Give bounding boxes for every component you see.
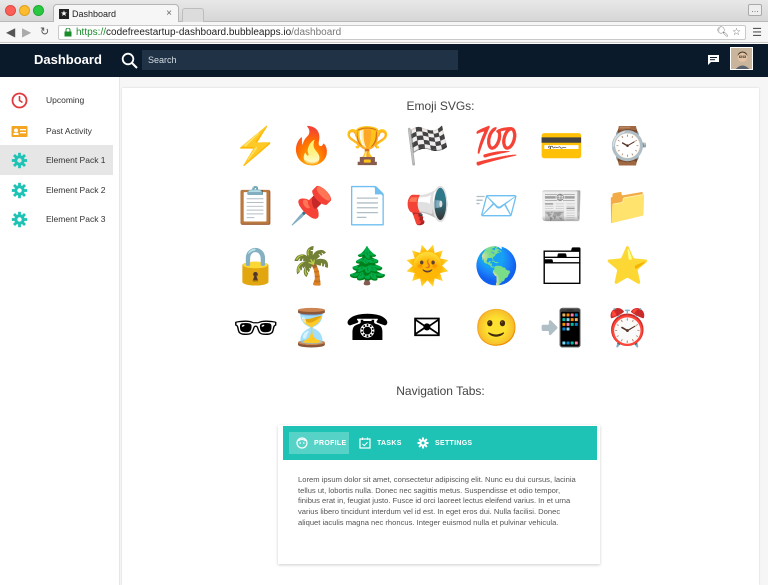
- forward-arrow-icon[interactable]: ▶: [22, 25, 31, 39]
- content-panel: Emoji SVGs: ⚡ 🔥 🏆 🏁 💯 💳 ⌚ 📋 📌 📄 📢 📨 📰 📁 🔒 🌴 🌲 🌞 🌎 🗂 ⭐ 🕶 ⏳ ☎ ✉ 🙂 📲 ⏰…: [122, 88, 759, 585]
- clock-icon: [11, 92, 28, 109]
- tab-label: TASKS: [377, 440, 402, 447]
- tabs-card: PROFILE TASKS SETTINGS Lorem ipsum dolor…: [278, 425, 600, 564]
- window-close-button[interactable]: [5, 5, 16, 16]
- chat-icon[interactable]: [707, 54, 720, 66]
- evergreen-tree-icon: 🌲: [345, 245, 390, 286]
- tab-label: PROFILE: [314, 440, 347, 447]
- gear-icon: [11, 152, 28, 169]
- lock-icon: 🔒: [233, 245, 278, 286]
- gear-icon: [11, 211, 28, 228]
- emoji-section-title: Emoji SVGs:: [406, 99, 475, 113]
- sun-icon: 🌞: [405, 245, 450, 286]
- avatar[interactable]: [730, 47, 753, 70]
- sidebar: Upcoming Past Activity Element Pack 1 El…: [0, 77, 120, 585]
- sidebar-item-past-activity[interactable]: Past Activity: [0, 116, 113, 146]
- palm-tree-icon: 🌴: [289, 245, 334, 286]
- megaphone-icon: 📢: [405, 185, 450, 226]
- user-photo-icon: [731, 48, 752, 69]
- alarm-clock-icon: ⏰: [605, 307, 650, 348]
- browser-menu-icon[interactable]: ☰: [752, 26, 762, 39]
- pushpin-icon: 📌: [289, 185, 334, 226]
- browser-titlebar: ★ Dashboard × …: [0, 0, 768, 22]
- tab-bar: PROFILE TASKS SETTINGS: [283, 426, 597, 460]
- reload-icon[interactable]: ↻: [40, 25, 49, 38]
- window-zoom-button[interactable]: [33, 5, 44, 16]
- fire-icon: 🔥: [289, 125, 334, 166]
- sidebar-item-label: Past Activity: [46, 126, 92, 136]
- card-box-icon: 🗂: [539, 245, 585, 286]
- folder-icon: 📁: [605, 185, 650, 226]
- tab-title: Dashboard: [72, 9, 117, 19]
- envelope-icon: ✉: [411, 307, 443, 348]
- tab-close-icon[interactable]: ×: [166, 8, 172, 19]
- star-favicon-icon: ★: [59, 9, 69, 19]
- globe-icon: 🌎: [474, 245, 519, 286]
- calendar-check-icon: [359, 437, 371, 449]
- incoming-envelope-icon: 📨: [474, 185, 519, 226]
- sidebar-item-label: Element Pack 1: [46, 155, 106, 165]
- app-header: Dashboard: [0, 44, 768, 77]
- tabs-section-title: Navigation Tabs:: [396, 384, 485, 398]
- sidebar-item-element-pack-3[interactable]: Element Pack 3: [0, 204, 113, 234]
- back-arrow-icon[interactable]: ◀: [6, 25, 15, 39]
- tab-tasks[interactable]: TASKS: [352, 432, 404, 454]
- zoom-star-icons[interactable]: 🔍︎ ☆: [717, 26, 741, 39]
- lightning-icon: ⚡: [233, 125, 278, 166]
- sunglasses-icon: 🕶: [233, 307, 279, 348]
- address-bar[interactable]: https://codefreestartup-dashboard.bubble…: [58, 25, 746, 40]
- sidebar-item-upcoming[interactable]: Upcoming: [0, 85, 113, 115]
- url-scheme: https://codefreestartup-dashboard.bubble…: [76, 27, 342, 38]
- checkered-flag-icon: 🏁: [405, 125, 450, 166]
- sidebar-item-label: Upcoming: [46, 95, 85, 105]
- watch-icon: ⌚: [605, 125, 650, 166]
- id-card-icon: [11, 126, 28, 137]
- browser-toolbar: ◀ ▶ ↻ https://codefreestartup-dashboard.…: [0, 22, 768, 43]
- hundred-points-icon: 💯: [474, 125, 519, 166]
- new-tab-button[interactable]: [182, 8, 204, 22]
- sidebar-item-element-pack-2[interactable]: Element Pack 2: [0, 175, 113, 205]
- lock-icon: [64, 28, 72, 37]
- window-menu-icon[interactable]: …: [748, 4, 762, 16]
- telephone-icon: ☎: [345, 307, 390, 348]
- tab-content-text: Lorem ipsum dolor sit amet, consectetur …: [298, 475, 576, 527]
- document-icon: 📄: [345, 185, 390, 226]
- gear-icon: [11, 182, 28, 199]
- sidebar-item-element-pack-1[interactable]: Element Pack 1: [0, 145, 113, 175]
- tab-profile[interactable]: PROFILE: [289, 432, 349, 454]
- window-minimize-button[interactable]: [19, 5, 30, 16]
- smiley-icon: 🙂: [474, 307, 519, 348]
- trophy-icon: 🏆: [345, 125, 390, 166]
- gear-icon: [417, 437, 429, 449]
- face-icon: [296, 437, 308, 449]
- search-icon: [121, 52, 138, 69]
- clipboard-icon: 📋: [233, 185, 278, 226]
- tab-settings[interactable]: SETTINGS: [410, 432, 480, 454]
- credit-card-icon: 💳: [539, 125, 584, 166]
- newspaper-icon: 📰: [539, 185, 584, 226]
- browser-tab[interactable]: ★ Dashboard ×: [53, 4, 179, 22]
- tab-label: SETTINGS: [435, 440, 473, 447]
- sidebar-item-label: Element Pack 3: [46, 214, 106, 224]
- star-icon: ⭐: [605, 245, 650, 286]
- mobile-arrow-icon: 📲: [539, 307, 584, 348]
- search-input[interactable]: [142, 50, 458, 70]
- sidebar-item-label: Element Pack 2: [46, 185, 106, 195]
- brand-title[interactable]: Dashboard: [34, 52, 102, 67]
- hourglass-icon: ⏳: [289, 307, 334, 348]
